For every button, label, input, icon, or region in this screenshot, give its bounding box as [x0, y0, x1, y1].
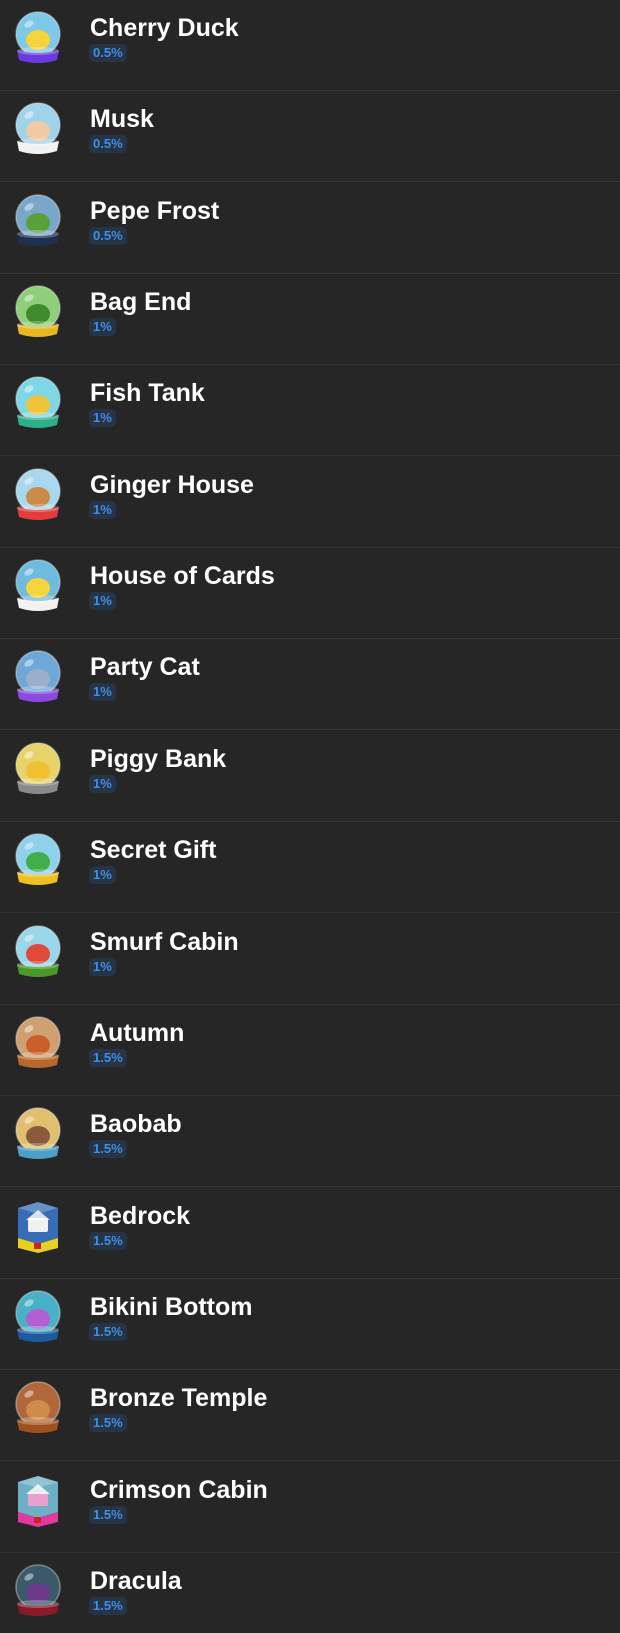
gift-name: Dracula [90, 1567, 182, 1595]
gift-name: Ginger House [90, 471, 254, 499]
gift-row[interactable]: Crimson Cabin 1.5% [0, 1462, 620, 1553]
drop-chance-badge: 1% [89, 592, 116, 610]
gift-row[interactable]: Bedrock 1.5% [0, 1188, 620, 1279]
bag-end-globe-icon [12, 284, 64, 340]
drop-chance-badge: 1.5% [89, 1049, 127, 1067]
drop-chance-badge: 1.5% [89, 1323, 127, 1341]
gift-name: Crimson Cabin [90, 1476, 268, 1504]
gift-name: Piggy Bank [90, 745, 227, 773]
gift-name: Bikini Bottom [90, 1293, 253, 1321]
gift-row[interactable]: Musk 0.5% [0, 91, 620, 182]
drop-chance-badge: 1.5% [89, 1506, 127, 1524]
drop-chance-badge: 1% [89, 958, 116, 976]
gift-row[interactable]: Bronze Temple 1.5% [0, 1370, 620, 1461]
crimson-cabin-cube-icon [12, 1472, 64, 1528]
pepe-frost-globe-icon [12, 193, 64, 249]
bronze-temple-globe-icon [12, 1380, 64, 1436]
gift-name: House of Cards [90, 562, 275, 590]
gift-row[interactable]: Pepe Frost 0.5% [0, 183, 620, 274]
gift-row[interactable]: Smurf Cabin 1% [0, 914, 620, 1005]
gift-name: Cherry Duck [90, 14, 239, 42]
gift-row[interactable]: Bag End 1% [0, 274, 620, 365]
gift-row[interactable]: Piggy Bank 1% [0, 731, 620, 822]
gift-name: Fish Tank [90, 379, 205, 407]
drop-chance-badge: 1% [89, 866, 116, 884]
gift-row[interactable]: Ginger House 1% [0, 457, 620, 548]
gift-name: Smurf Cabin [90, 928, 239, 956]
gift-name: Bag End [90, 288, 192, 316]
drop-chance-badge: 1% [89, 318, 116, 336]
gift-name: Bedrock [90, 1202, 191, 1230]
gift-name: Baobab [90, 1110, 182, 1138]
gift-name: Pepe Frost [90, 197, 220, 225]
drop-chance-badge: 1.5% [89, 1232, 127, 1250]
ginger-house-globe-icon [12, 467, 64, 523]
bedrock-cube-icon [12, 1198, 64, 1254]
gift-name: Autumn [90, 1019, 185, 1047]
drop-chance-badge: 1.5% [89, 1140, 127, 1158]
gift-row[interactable]: Baobab 1.5% [0, 1096, 620, 1187]
drop-chance-badge: 1% [89, 409, 116, 427]
musk-globe-icon [12, 101, 64, 157]
dracula-globe-icon [12, 1563, 64, 1619]
gift-list: Cherry Duck 0.5% Musk 0.5% Pepe Frost 0.5% Bag… [0, 0, 620, 1633]
gift-row[interactable]: Cherry Duck 0.5% [0, 0, 620, 91]
bikini-bottom-globe-icon [12, 1289, 64, 1345]
drop-chance-badge: 0.5% [89, 135, 127, 153]
party-cat-globe-icon [12, 649, 64, 705]
drop-chance-badge: 1.5% [89, 1597, 127, 1615]
gift-row[interactable]: Fish Tank 1% [0, 365, 620, 456]
drop-chance-badge: 0.5% [89, 44, 127, 62]
gift-row[interactable]: Autumn 1.5% [0, 1005, 620, 1096]
house-of-cards-globe-icon [12, 558, 64, 614]
cherry-duck-globe-icon [12, 10, 64, 66]
secret-gift-globe-icon [12, 832, 64, 888]
gift-row[interactable]: Secret Gift 1% [0, 822, 620, 913]
gift-name: Bronze Temple [90, 1384, 268, 1412]
gift-name: Secret Gift [90, 836, 217, 864]
drop-chance-badge: 1% [89, 501, 116, 519]
fish-tank-globe-icon [12, 375, 64, 431]
gift-name: Musk [90, 105, 154, 133]
gift-name: Party Cat [90, 653, 200, 681]
drop-chance-badge: 0.5% [89, 227, 127, 245]
drop-chance-badge: 1.5% [89, 1414, 127, 1432]
baobab-globe-icon [12, 1106, 64, 1162]
drop-chance-badge: 1% [89, 683, 116, 701]
gift-row[interactable]: House of Cards 1% [0, 548, 620, 639]
drop-chance-badge: 1% [89, 775, 116, 793]
gift-row[interactable]: Bikini Bottom 1.5% [0, 1279, 620, 1370]
gift-row[interactable]: Party Cat 1% [0, 639, 620, 730]
gift-row[interactable]: Dracula 1.5% [0, 1553, 620, 1633]
piggy-bank-globe-icon [12, 741, 64, 797]
smurf-cabin-globe-icon [12, 924, 64, 980]
autumn-globe-icon [12, 1015, 64, 1071]
